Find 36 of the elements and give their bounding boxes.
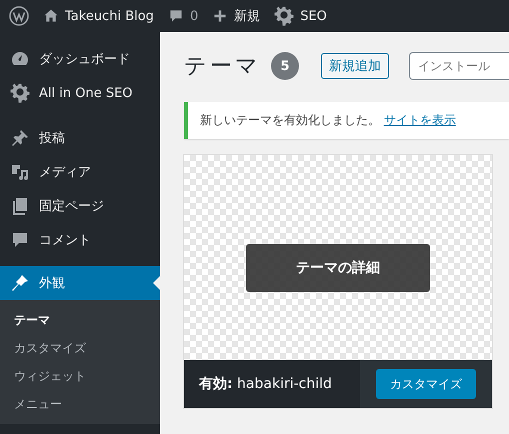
- site-name-link[interactable]: Takeuchi Blog: [65, 8, 154, 24]
- brush-icon: [10, 273, 30, 293]
- comment-count: 0: [190, 8, 198, 24]
- theme-details-button[interactable]: テーマの詳細: [246, 244, 430, 292]
- submenu-item[interactable]: カスタマイズ: [0, 334, 160, 362]
- view-site-link[interactable]: サイトを表示: [384, 113, 456, 127]
- plus-icon[interactable]: [212, 8, 228, 24]
- wordpress-logo-icon[interactable]: [9, 6, 29, 26]
- pin-icon: [10, 128, 30, 148]
- notice-message: 新しいテーマを有効化しました。 サイトを表示: [200, 112, 457, 129]
- comment-icon: [10, 230, 30, 250]
- new-link[interactable]: 新規: [234, 7, 260, 25]
- menu-item[interactable]: 固定ページ: [0, 189, 160, 223]
- menu-item[interactable]: ダッシュボード: [0, 42, 160, 76]
- submenu-item[interactable]: テーマ: [0, 306, 160, 334]
- media-icon: [10, 162, 30, 182]
- submenu-item[interactable]: ウィジェット: [0, 362, 160, 390]
- search-field[interactable]: インストール: [409, 52, 509, 80]
- add-new-button[interactable]: 新規追加: [321, 53, 389, 79]
- menu-item[interactable]: All in One SEO: [0, 76, 160, 110]
- gear-icon: [274, 6, 294, 26]
- active-theme-name: 有効: habakiri-child: [198, 375, 333, 393]
- seo-link[interactable]: SEO: [300, 8, 327, 24]
- menu-item[interactable]: コメント: [0, 223, 160, 257]
- menu-item[interactable]: 投稿: [0, 121, 160, 155]
- page-title: テーマ: [184, 53, 261, 81]
- theme-card[interactable]: テーマの詳細 有効: habakiri-child カスタマイズ: [184, 155, 492, 408]
- gear-icon: [10, 83, 30, 103]
- pages-icon: [10, 196, 30, 216]
- submenu-item[interactable]: メニュー: [0, 390, 160, 418]
- menu-item[interactable]: メディア: [0, 155, 160, 189]
- theme-count-badge: 5: [271, 52, 299, 80]
- comment-icon[interactable]: [168, 8, 184, 24]
- menu-item[interactable]: 外観: [0, 266, 160, 300]
- home-icon[interactable]: [43, 8, 59, 24]
- customize-button[interactable]: カスタマイズ: [376, 369, 476, 399]
